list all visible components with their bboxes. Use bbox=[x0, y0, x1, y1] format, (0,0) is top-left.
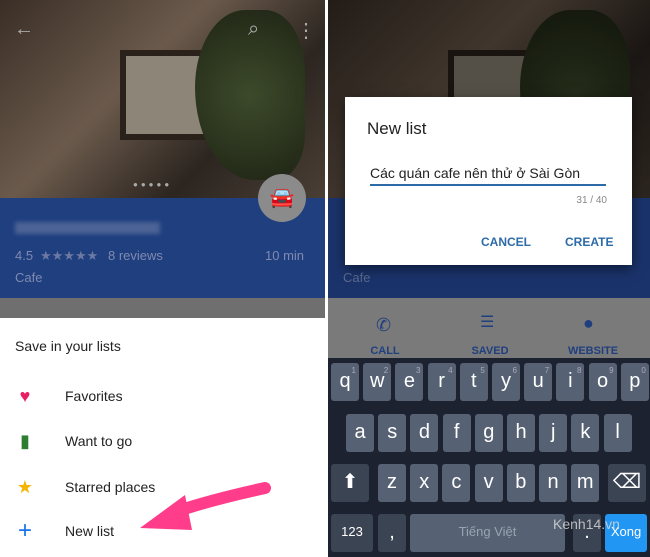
space-key[interactable]: Tiếng Việt bbox=[410, 514, 565, 552]
key-number-hint: 4 bbox=[448, 366, 453, 375]
key-j[interactable]: j bbox=[539, 414, 568, 452]
website-button[interactable]: WEBSITE bbox=[553, 345, 633, 357]
shift-key[interactable]: ⬆ bbox=[331, 464, 369, 502]
key-v[interactable]: v bbox=[474, 464, 503, 502]
comma-key[interactable]: , bbox=[378, 514, 406, 552]
key-q[interactable]: q1 bbox=[331, 363, 359, 401]
key-number-hint: 6 bbox=[512, 366, 517, 375]
key-g[interactable]: g bbox=[474, 414, 503, 452]
key-a[interactable]: a bbox=[346, 414, 374, 452]
list-name-input[interactable]: Các quán cafe nên thử ở Sài Gòn bbox=[370, 165, 606, 186]
globe-icon: ● bbox=[583, 313, 594, 333]
key-i[interactable]: i8 bbox=[556, 363, 585, 401]
key-r[interactable]: r4 bbox=[427, 363, 456, 401]
key-number-hint: 7 bbox=[544, 366, 550, 375]
right-screen: Cafe ✆ ☰ ● CALL SAVED WEBSITE New list C… bbox=[328, 0, 650, 557]
dialog-title: New list bbox=[367, 119, 427, 138]
key-l[interactable]: l bbox=[603, 414, 632, 452]
key-c[interactable]: c bbox=[442, 464, 471, 502]
key-number-hint: 5 bbox=[480, 366, 485, 375]
kenh14-watermark: Kenh14.vn bbox=[553, 516, 620, 532]
key-u[interactable]: u7 bbox=[524, 363, 553, 401]
left-screen: ← ⌕ ⋮ ●●●●● 🚘 4.5 ★★★★★ 8 reviews 10 min… bbox=[0, 0, 325, 557]
key-b[interactable]: b bbox=[506, 464, 535, 502]
key-number-hint: 3 bbox=[415, 366, 421, 375]
phone-icon: ✆ bbox=[376, 315, 392, 335]
key-y[interactable]: y6 bbox=[492, 363, 520, 401]
key-m[interactable]: m bbox=[571, 464, 600, 502]
key-s[interactable]: s bbox=[378, 414, 407, 452]
key-x[interactable]: x bbox=[410, 464, 439, 502]
key-n[interactable]: n bbox=[539, 464, 567, 502]
key-h[interactable]: h bbox=[507, 414, 535, 452]
cancel-button[interactable]: CANCEL bbox=[481, 235, 531, 249]
key-k[interactable]: k bbox=[571, 414, 600, 452]
key-number-hint: 0 bbox=[641, 366, 646, 375]
new-list-dialog: New list Các quán cafe nên thử ở Sài Gòn… bbox=[345, 97, 632, 265]
pink-arrow-annotation bbox=[140, 482, 271, 530]
key-t[interactable]: t5 bbox=[459, 363, 488, 401]
char-counter: 31 / 40 bbox=[576, 195, 607, 206]
key-w[interactable]: w2 bbox=[363, 363, 392, 401]
saved-button[interactable]: SAVED bbox=[450, 345, 530, 357]
create-button[interactable]: CREATE bbox=[565, 235, 613, 249]
key-p[interactable]: p0 bbox=[620, 363, 649, 401]
key-number-hint: 1 bbox=[351, 366, 356, 375]
backspace-key[interactable]: ⌫ bbox=[608, 464, 646, 502]
key-number-hint: 8 bbox=[576, 366, 582, 375]
key-f[interactable]: f bbox=[442, 414, 471, 452]
category: Cafe bbox=[343, 270, 371, 285]
key-d[interactable]: d bbox=[410, 414, 439, 452]
key-o[interactable]: o9 bbox=[588, 363, 617, 401]
key-z[interactable]: z bbox=[378, 464, 406, 502]
key-number-hint: 9 bbox=[609, 366, 614, 375]
keyboard: q 1 w 2 e 3 r 4 t 5 y 6 u 7 i 8 o 9 p 0 a s d f g h j k l ⬆ z x c v b n m ⌫ 12… bbox=[328, 358, 650, 557]
key-number-hint: 2 bbox=[383, 366, 389, 375]
saved-list-icon: ☰ bbox=[480, 314, 495, 331]
key-e[interactable]: e3 bbox=[395, 363, 424, 401]
numbers-key[interactable]: 123 bbox=[331, 514, 373, 552]
